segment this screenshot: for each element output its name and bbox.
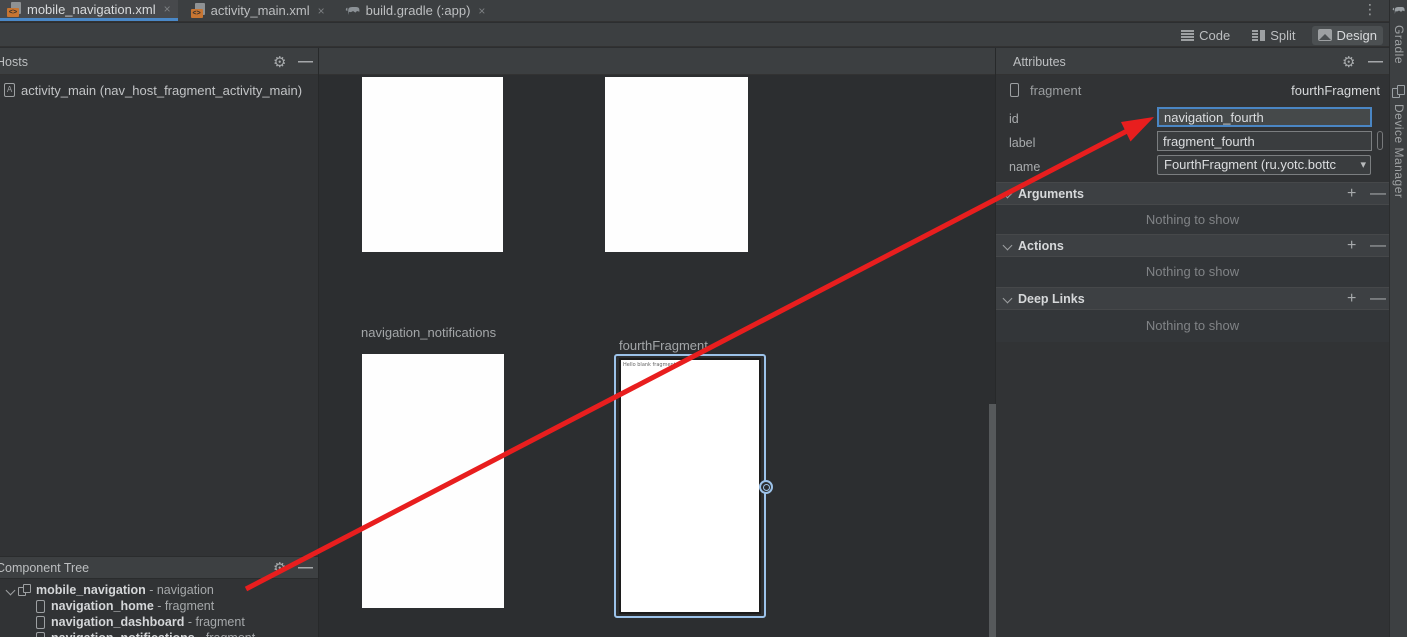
xml-file-icon: <> [7, 2, 22, 17]
remove-action-icon[interactable]: — [1370, 237, 1386, 255]
view-mode-code[interactable]: Code [1175, 26, 1236, 45]
design-label: Design [1337, 28, 1377, 43]
fragment-icon [36, 616, 45, 629]
tab-label: build.gradle (:app) [366, 3, 471, 18]
gradle-elephant-icon [345, 5, 361, 17]
nav-host-item[interactable]: A activity_main (nav_host_fragment_activ… [0, 81, 318, 99]
destination-label: navigation_notifications [361, 325, 496, 340]
fragment-preview: Hello blank fragment [619, 358, 761, 614]
kebab-menu-icon[interactable]: ⋮ [1363, 1, 1377, 18]
android-studio-window: <> mobile_navigation.xml × <> activity_m… [0, 0, 1407, 637]
gradle-tool-icon[interactable] [1392, 5, 1406, 16]
tree-item-navigation-notifications[interactable]: navigation_notifications - fragment [0, 630, 318, 637]
chevron-down-icon[interactable] [5, 586, 15, 596]
gear-icon[interactable]: ⚙ [273, 53, 286, 71]
id-field-label: id [1009, 112, 1019, 126]
nav-host-icon: A [4, 83, 15, 97]
destination-preview-fourth-selected[interactable]: Hello blank fragment [614, 354, 766, 618]
tree-item-navigation-home[interactable]: navigation_home - fragment [0, 598, 318, 614]
component-tree: mobile_navigation - navigation navigatio… [0, 582, 318, 637]
remove-deep-link-icon[interactable]: — [1370, 290, 1386, 308]
close-icon[interactable]: × [318, 4, 325, 18]
split-view-icon [1252, 30, 1265, 41]
panel-header-row: Hosts ⚙ — + ! ? Attributes ⚙ [0, 48, 1389, 75]
hosts-panel: A activity_main (nav_host_fragment_activ… [0, 75, 318, 637]
gear-icon[interactable]: ⚙ [273, 559, 286, 577]
attributes-panel: fragment fourthFragment id label name Fo… [996, 75, 1389, 637]
id-input[interactable] [1157, 107, 1372, 127]
label-input[interactable] [1157, 131, 1372, 151]
tree-item-navigation-dashboard[interactable]: navigation_dashboard - fragment [0, 614, 318, 630]
deep-links-empty-text: Nothing to show [996, 310, 1389, 342]
remove-argument-icon[interactable]: — [1370, 185, 1386, 203]
tab-label: activity_main.xml [211, 3, 310, 18]
view-mode-design[interactable]: Design [1312, 26, 1383, 45]
device-manager-icon[interactable] [1392, 85, 1405, 98]
right-tool-strip: Gradle Device Manager [1389, 0, 1407, 637]
xml-file-icon: <> [191, 3, 206, 18]
destination-preview-notifications[interactable] [362, 354, 504, 608]
section-title: Actions [1018, 239, 1064, 253]
tab-label: mobile_navigation.xml [27, 2, 156, 17]
hide-panel-icon[interactable]: — [1368, 53, 1383, 70]
name-dropdown-value: FourthFragment (ru.yotc.bottc [1164, 157, 1336, 172]
component-summary-row: fragment fourthFragment [996, 82, 1389, 100]
section-title: Deep Links [1018, 292, 1085, 306]
code-view-icon [1181, 30, 1194, 41]
tree-item-mobile-navigation[interactable]: mobile_navigation - navigation [0, 582, 318, 598]
add-deep-link-icon[interactable]: + [1347, 290, 1356, 308]
tab-build-gradle[interactable]: build.gradle (:app) × [338, 0, 493, 21]
component-type: fragment [1030, 83, 1081, 98]
navigation-graph-icon [18, 584, 31, 597]
name-field-label: name [1009, 160, 1040, 174]
fragment-icon [36, 632, 45, 637]
tab-mobile-navigation[interactable]: <> mobile_navigation.xml × [0, 0, 178, 21]
fragment-icon [1010, 83, 1019, 97]
panel-scrollbar[interactable] [1377, 131, 1383, 150]
close-icon[interactable]: × [164, 2, 171, 16]
gear-icon[interactable]: ⚙ [1342, 53, 1355, 71]
section-title: Arguments [1018, 187, 1084, 201]
component-tree-title: Component Tree [0, 561, 89, 575]
gradle-tool-label[interactable]: Gradle [1392, 25, 1406, 64]
editor-mode-bar: Code Split Design [0, 23, 1389, 47]
destination-label: fourthFragment [619, 338, 708, 353]
add-action-icon[interactable]: + [1347, 237, 1356, 255]
preview-text: Hello blank fragment [621, 360, 759, 368]
component-tree-header: Component Tree ⚙ — [0, 556, 318, 579]
add-argument-icon[interactable]: + [1347, 185, 1356, 203]
destination-preview[interactable] [362, 77, 503, 252]
chevron-down-icon [1003, 189, 1013, 199]
design-view-icon [1318, 29, 1332, 41]
chevron-down-icon [1003, 241, 1013, 251]
component-id: fourthFragment [1291, 83, 1380, 98]
section-arguments[interactable]: Arguments + — [996, 182, 1389, 205]
device-manager-label[interactable]: Device Manager [1392, 104, 1406, 198]
destination-preview[interactable] [605, 77, 748, 252]
hide-panel-icon[interactable]: — [298, 559, 313, 576]
section-deep-links[interactable]: Deep Links + — [996, 287, 1389, 310]
nav-host-label: activity_main (nav_host_fragment_activit… [21, 83, 302, 98]
arguments-empty-text: Nothing to show [996, 205, 1389, 234]
hide-panel-icon[interactable]: — [298, 53, 313, 70]
actions-empty-text: Nothing to show [996, 257, 1389, 287]
fragment-icon [36, 600, 45, 613]
label-field-label: label [1009, 136, 1035, 150]
view-mode-split[interactable]: Split [1246, 26, 1301, 45]
code-label: Code [1199, 28, 1230, 43]
close-icon[interactable]: × [478, 4, 485, 18]
name-dropdown[interactable]: FourthFragment (ru.yotc.bottc ▾ [1157, 155, 1371, 175]
split-label: Split [1270, 28, 1295, 43]
attributes-panel-title: Attributes [1013, 55, 1066, 69]
section-actions[interactable]: Actions + — [996, 234, 1389, 257]
dropdown-arrow-icon: ▾ [1360, 156, 1366, 174]
tab-activity-main[interactable]: <> activity_main.xml × [184, 0, 332, 21]
chevron-down-icon [1003, 294, 1013, 304]
editor-tab-bar: <> mobile_navigation.xml × <> activity_m… [0, 0, 1389, 22]
hosts-panel-title: Hosts [0, 55, 28, 69]
nav-graph-canvas[interactable]: navigation_notifications fourthFragment … [319, 75, 995, 637]
action-connection-handle[interactable] [759, 480, 773, 494]
